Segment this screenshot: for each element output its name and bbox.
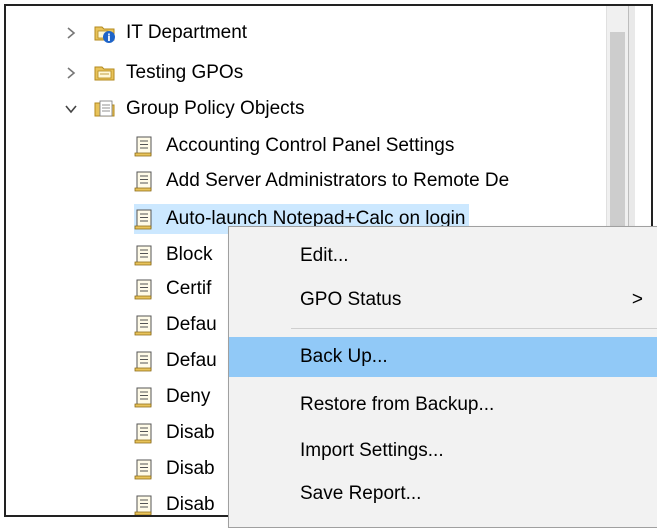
- gpo-label: Block: [166, 244, 213, 265]
- context-menu: Edit... GPO Status > Back Up... Restore …: [228, 226, 657, 528]
- menu-item-label: Restore from Backup...: [300, 394, 495, 415]
- tree-node-it-department[interactable]: i IT Department: [94, 18, 251, 48]
- chevron-right-icon[interactable]: [64, 26, 78, 40]
- menu-item-import-settings[interactable]: Import Settings...: [229, 431, 657, 471]
- tree-node-label: Testing GPOs: [126, 62, 244, 83]
- gpo-icon: [134, 135, 156, 157]
- chevron-down-icon[interactable]: [64, 102, 78, 116]
- ou-icon: [94, 62, 116, 84]
- gpo-item[interactable]: Defau: [134, 346, 221, 376]
- menu-item-label: Import Settings...: [300, 440, 444, 461]
- gpo-icon: [134, 458, 156, 480]
- gpo-label: Add Server Administrators to Remote De: [166, 170, 510, 191]
- tree-node-label: Group Policy Objects: [126, 98, 305, 119]
- gpo-label: Accounting Control Panel Settings: [166, 135, 455, 156]
- gpo-icon: [134, 278, 156, 300]
- menu-separator: [291, 328, 657, 329]
- gpo-icon: [134, 494, 156, 515]
- tree-node-testing-gpos[interactable]: Testing GPOs: [94, 58, 247, 88]
- gpo-icon: [134, 208, 156, 230]
- chevron-right-icon[interactable]: [64, 66, 78, 80]
- menu-item-save-report[interactable]: Save Report...: [229, 474, 657, 514]
- gpo-label: Deny: [166, 386, 211, 407]
- gpo-item[interactable]: Disab: [134, 454, 219, 484]
- menu-item-back-up[interactable]: Back Up...: [229, 337, 657, 377]
- gpo-icon: [134, 170, 156, 192]
- tree-node-group-policy-objects[interactable]: Group Policy Objects: [94, 94, 308, 124]
- gpo-folder-icon: [94, 98, 116, 120]
- gpo-label: Disab: [166, 422, 215, 443]
- gpo-icon: [134, 350, 156, 372]
- gpo-item[interactable]: Accounting Control Panel Settings: [134, 131, 458, 161]
- gpo-icon: [134, 422, 156, 444]
- tree-node-label: IT Department: [126, 22, 248, 43]
- gpo-item[interactable]: Disab: [134, 418, 219, 448]
- gpo-icon: [134, 314, 156, 336]
- ou-icon-with-badge: i: [94, 22, 116, 44]
- menu-item-label: Edit...: [300, 245, 349, 266]
- svg-text:i: i: [107, 33, 110, 44]
- gpo-icon: [134, 244, 156, 266]
- menu-item-label: GPO Status: [300, 289, 402, 310]
- menu-item-gpo-status[interactable]: GPO Status >: [229, 280, 657, 320]
- gpo-label: Disab: [166, 458, 215, 479]
- menu-item-label: Back Up...: [300, 346, 388, 367]
- gpo-label: Certif: [166, 278, 212, 299]
- gpo-item[interactable]: Defau: [134, 310, 221, 340]
- gpo-icon: [134, 386, 156, 408]
- gpo-label: Defau: [166, 350, 217, 371]
- menu-item-edit[interactable]: Edit...: [229, 236, 657, 276]
- gpo-label: Disab: [166, 494, 215, 515]
- gpo-item[interactable]: Add Server Administrators to Remote De: [134, 166, 513, 196]
- gpo-label: Defau: [166, 314, 217, 335]
- gpo-item[interactable]: Block: [134, 240, 216, 270]
- gpo-item[interactable]: Disab: [134, 490, 219, 515]
- menu-item-label: Save Report...: [300, 483, 422, 504]
- gpo-item[interactable]: Deny: [134, 382, 214, 412]
- submenu-arrow-icon: >: [631, 289, 643, 310]
- gpo-item[interactable]: Certif: [134, 274, 215, 304]
- menu-item-restore-from-backup[interactable]: Restore from Backup...: [229, 385, 657, 425]
